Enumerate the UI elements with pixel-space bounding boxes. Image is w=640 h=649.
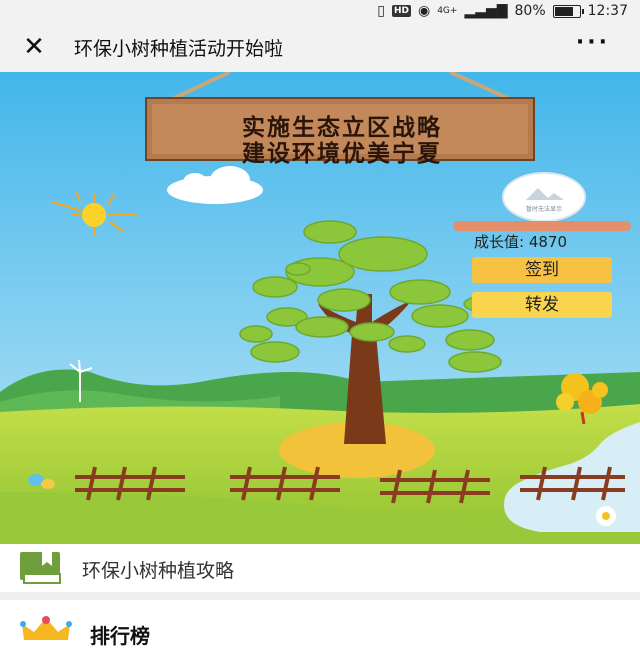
crown-icon [20,616,72,640]
battery-icon [552,4,584,18]
hd-icon: HD [391,5,411,17]
growth-progress-bar [453,221,631,231]
growth-value: 成长值: 4870 [474,233,567,251]
battery-percent: 80% [514,3,546,19]
sign-in-button[interactable]: 签到 [472,257,612,283]
share-button[interactable]: 转发 [472,292,612,318]
status-icons: ▯ HD ◉ 4G+ ▂▃▅▇ 80% 12:37 [377,3,628,19]
image-placeholder-icon [526,188,564,200]
avatar-caption: 暂时无法显示 [525,206,562,213]
flower-icon [596,506,616,526]
status-bar: ▯ HD ◉ 4G+ ▂▃▅▇ 80% 12:37 [0,0,640,24]
sign-line-2: 建设环境优美宁夏 [242,141,442,167]
vibrate-icon: ▯ [377,3,385,19]
page-title: 环保小树种植活动开始啦 [74,38,284,60]
guide-list-item[interactable]: 环保小树种植攻略 [0,544,640,600]
book-icon [20,552,61,584]
signal-icon: ▂▃▅▇ [464,3,508,19]
clock: 12:37 [587,3,628,19]
network-label: 4G+ [437,6,458,16]
nav-bar: ✕ 环保小树种植活动开始啦 ··· [0,24,640,73]
more-menu-button[interactable]: ··· [576,30,610,55]
avatar: 暂时无法显示 [502,172,586,222]
leaderboard-label: 排行榜 [90,624,150,648]
guide-label: 环保小树种植攻略 [82,560,235,582]
eye-icon: ◉ [417,3,431,19]
leaderboard-list-item[interactable]: 排行榜 [0,600,640,648]
close-icon[interactable]: ✕ [20,34,48,62]
